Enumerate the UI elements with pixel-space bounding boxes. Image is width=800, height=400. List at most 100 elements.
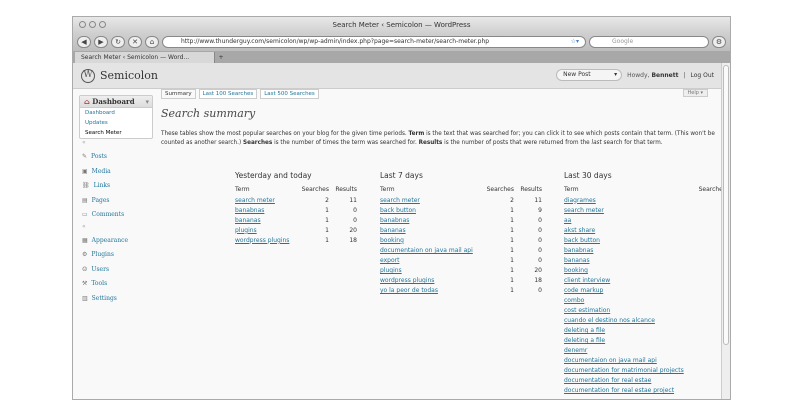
term-cell: documentation for real estae xyxy=(564,376,690,386)
home-icon[interactable]: ⌂ xyxy=(145,36,159,48)
term-link[interactable]: yo la peor de todas xyxy=(380,287,438,294)
sidebar-item-pages[interactable]: ▤ Pages xyxy=(79,194,153,209)
table-row: documentaion on java mail api 1 0 xyxy=(380,245,542,255)
bookmark-star-icon[interactable]: ☆▾ xyxy=(571,37,579,47)
term-link[interactable]: search meter xyxy=(380,197,420,204)
back-icon[interactable]: ◀ xyxy=(77,36,91,48)
term-link[interactable]: cuando el destino nos alcance xyxy=(564,317,655,324)
searches-cell: 1 xyxy=(325,226,329,234)
sidebar-item-appearance[interactable]: ▦ Appearance xyxy=(79,234,153,249)
term-link[interactable]: booking xyxy=(380,237,404,244)
term-link[interactable]: documentation for real estae xyxy=(564,377,651,384)
url-text: http://www.thunderguy.com/semicolon/wp/w… xyxy=(181,38,490,45)
term-cell: banabnas xyxy=(235,205,293,215)
term-link[interactable]: booking xyxy=(564,267,588,274)
dashboard-header[interactable]: ⌂ Dashboard ▾ xyxy=(80,96,152,108)
stop-icon[interactable]: ✕ xyxy=(128,36,142,48)
term-link[interactable]: export xyxy=(380,257,399,264)
term-link[interactable]: back button xyxy=(380,207,416,214)
term-link[interactable]: documentation for matrimonial projects xyxy=(564,367,684,374)
window-controls[interactable] xyxy=(79,21,106,28)
forward-icon[interactable]: ▶ xyxy=(94,36,108,48)
term-link[interactable]: plugins xyxy=(380,267,402,274)
sidebar-item-tools[interactable]: ⚒ Tools xyxy=(79,277,153,292)
term-cell: client interview xyxy=(564,275,690,285)
term-link[interactable]: deleting a file xyxy=(564,327,605,334)
sidebar-item-posts[interactable]: ✎ Posts xyxy=(79,150,153,165)
sidebar-item-plugins[interactable]: ⚙ Plugins xyxy=(79,248,153,263)
results-cell: 11 xyxy=(349,196,357,204)
term-link[interactable]: banabnas xyxy=(380,217,409,224)
table-row: denemr10 xyxy=(564,346,730,356)
term-link[interactable]: plugins xyxy=(235,227,257,234)
term-cell: plugins xyxy=(235,225,293,235)
tab-last-100[interactable]: Last 100 Searches xyxy=(198,89,258,99)
term-cell: documentation for matrimonial projects xyxy=(564,366,690,376)
new-tab-button[interactable]: + xyxy=(215,54,227,61)
term-cell: documentaion on java mail api xyxy=(380,245,478,255)
term-link[interactable]: bananas xyxy=(235,217,261,224)
description: These tables show the most popular searc… xyxy=(161,130,721,147)
term-link[interactable]: cost estimation xyxy=(564,307,610,314)
term-link[interactable]: combo xyxy=(564,297,584,304)
chevron-down-icon[interactable]: ▾ xyxy=(145,96,149,108)
scrollbar[interactable] xyxy=(721,63,730,399)
sidebar-item-links[interactable]: ⛓ Links xyxy=(79,179,153,194)
site-title[interactable]: Semicolon xyxy=(100,69,158,82)
term-link[interactable]: aa xyxy=(564,217,571,224)
tab-summary[interactable]: Summary xyxy=(161,89,196,99)
sidebar-item-users[interactable]: ☺ Users xyxy=(79,263,153,278)
term-link[interactable]: code markup xyxy=(564,287,603,294)
searches-cell: 1 xyxy=(510,286,514,294)
pages-icon: ▤ xyxy=(82,196,88,204)
close-button[interactable] xyxy=(79,21,86,28)
term-link[interactable]: deleting a file xyxy=(564,337,605,344)
submenu-updates[interactable]: Updates xyxy=(80,118,152,128)
term-link[interactable]: banabnas xyxy=(564,247,593,254)
sidebar-item-label: Plugins xyxy=(91,251,114,258)
term-link[interactable]: documentaion on java mail api xyxy=(564,357,657,364)
term-link[interactable]: wordpress plugins xyxy=(235,237,289,244)
term-cell: code markup xyxy=(564,285,690,295)
tab-last-500[interactable]: Last 500 Searches xyxy=(260,89,319,99)
submenu-dashboard[interactable]: Dashboard xyxy=(80,108,152,118)
term-link[interactable]: search meter xyxy=(235,197,275,204)
zoom-button[interactable] xyxy=(99,21,106,28)
term-link[interactable]: bananas xyxy=(564,257,590,264)
reload-icon[interactable]: ↻ xyxy=(111,36,125,48)
sidebar-item-comments[interactable]: ▭ Comments xyxy=(79,208,153,223)
submenu-search-meter[interactable]: Search Meter xyxy=(80,128,152,138)
term-link[interactable]: documentaion on java mail api xyxy=(380,247,473,254)
help-button[interactable]: Help ▾ xyxy=(682,89,708,97)
minimize-button[interactable] xyxy=(89,21,96,28)
scrollbar-thumb[interactable] xyxy=(723,65,729,345)
table-row: diagrames20 xyxy=(564,195,730,205)
term-link[interactable]: denemr xyxy=(564,347,587,354)
description-part: Searches xyxy=(243,139,273,146)
table-header: Term Searches Results xyxy=(380,184,542,195)
table-row: banabnas10 xyxy=(564,245,730,255)
term-link[interactable]: back button xyxy=(564,237,600,244)
browser-tab[interactable]: Search Meter ‹ Semicolon — Word... xyxy=(75,51,215,63)
term-link[interactable]: client interview xyxy=(564,277,610,284)
new-post-dropdown[interactable]: New Post ▾ xyxy=(556,69,623,81)
user-link[interactable]: Bennett xyxy=(651,72,678,79)
logout-link[interactable]: Log Out xyxy=(690,72,714,79)
sidebar-item-label: Settings xyxy=(91,294,117,302)
table-row: bananas 1 0 xyxy=(235,215,357,225)
term-link[interactable]: search meter xyxy=(564,207,604,214)
term-link[interactable]: wordpress plugins xyxy=(380,277,434,284)
term-link[interactable]: diagrames xyxy=(564,197,596,204)
sidebar-item-media[interactable]: ▣ Media xyxy=(79,165,153,180)
term-link[interactable]: bananas xyxy=(380,227,406,234)
settings-icon[interactable]: ⚙ xyxy=(712,36,726,48)
sidebar-item-settings[interactable]: ▥ Settings xyxy=(79,292,153,307)
search-input[interactable]: Google xyxy=(589,36,709,48)
term-link[interactable]: documentation for real estae project xyxy=(564,387,674,394)
url-bar[interactable]: http://www.thunderguy.com/semicolon/wp/w… xyxy=(162,36,586,48)
term-cell: bananas xyxy=(380,225,478,235)
term-link[interactable]: banabnas xyxy=(235,207,264,214)
results-cell: 0 xyxy=(538,286,542,294)
term-link[interactable]: akst share xyxy=(564,227,595,234)
settings-icon: ▥ xyxy=(82,294,88,302)
